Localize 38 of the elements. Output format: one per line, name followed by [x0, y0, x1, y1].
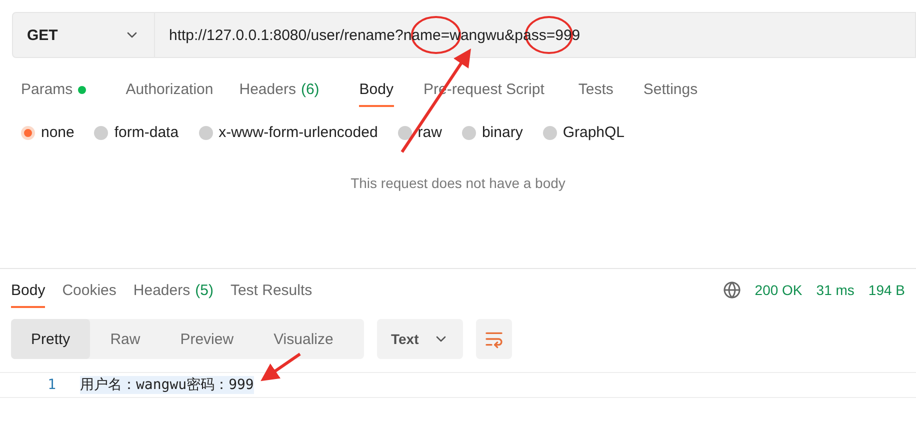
view-mode-button[interactable]: Visualize — [254, 319, 354, 359]
response-time: 31 ms — [816, 282, 854, 298]
request-tab[interactable]: Authorization — [126, 70, 214, 107]
response-tab[interactable]: Body — [11, 272, 46, 308]
globe-icon[interactable] — [722, 281, 741, 299]
radio-button[interactable] — [198, 126, 213, 140]
radio-label: none — [41, 124, 74, 141]
method-dropdown[interactable]: GET — [12, 12, 155, 58]
radio-button[interactable] — [398, 126, 412, 140]
request-tab[interactable]: Settings — [643, 70, 698, 107]
view-mode-button[interactable]: Pretty — [11, 319, 90, 359]
status-code: 200 OK — [754, 282, 802, 298]
response-tab[interactable]: Cookies — [62, 272, 116, 308]
radio-label: x-www-form-urlencoded — [218, 124, 378, 141]
radio-button[interactable] — [94, 126, 108, 140]
request-tab[interactable]: Tests — [578, 70, 614, 107]
radio-label: form-data — [114, 124, 179, 141]
request-tab[interactable]: Headers (6) — [239, 70, 320, 107]
request-tab[interactable]: Params — [21, 70, 86, 107]
view-mode-button[interactable]: Preview — [160, 319, 254, 359]
view-mode-button[interactable]: Raw — [90, 319, 160, 359]
tab-count: (6) — [300, 81, 320, 98]
radio-label: binary — [482, 124, 523, 141]
response-size: 194 B — [868, 282, 905, 298]
radio-button[interactable] — [542, 126, 557, 140]
format-dropdown[interactable]: Text — [377, 319, 463, 359]
response-tab[interactable]: Headers (5) — [133, 272, 214, 308]
radio-label: GraphQL — [562, 124, 625, 141]
wrap-button[interactable] — [476, 319, 512, 359]
empty-body-message: This request does not have a body — [350, 175, 566, 191]
radio-label: raw — [418, 124, 442, 141]
request-tab[interactable]: Body — [359, 70, 394, 107]
radio-button[interactable] — [462, 126, 476, 140]
tab-count: (5) — [195, 282, 214, 299]
annotation-arrow — [260, 352, 301, 382]
response-tab[interactable]: Test Results — [230, 272, 312, 308]
radio-button[interactable] — [21, 126, 35, 140]
line-number: 1 — [46, 377, 57, 393]
